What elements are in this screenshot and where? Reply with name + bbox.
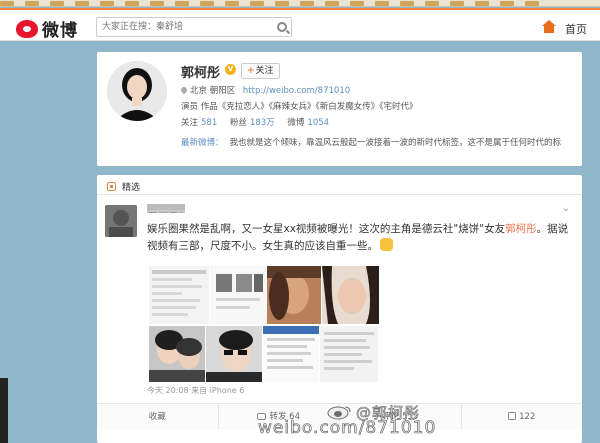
bookmark-favicon-icon[interactable] — [275, 1, 289, 6]
collect-button[interactable]: 收藏 — [97, 404, 219, 429]
location-pin-icon — [179, 85, 189, 95]
bookmark-favicon-icon[interactable] — [525, 1, 539, 6]
profile-name[interactable]: 郭柯彤 — [181, 62, 220, 81]
follow-label: 关注 — [255, 66, 274, 76]
post-thumbnail[interactable] — [322, 266, 379, 324]
bookmark-favicon-icon[interactable] — [475, 1, 489, 6]
bookmark-favicon-icon[interactable] — [125, 1, 139, 6]
post-text-before: 娱乐圈果然是乱啊，又一女星xx视频被曝光！这次的主角是德云社"烧饼"女友 — [147, 223, 506, 235]
stat-fans-label: 粉丝 — [229, 118, 247, 128]
profile-bio: 演员 作品《克拉恋人》《麻辣女兵》《新白发魔女传》《宅时代》 — [181, 102, 418, 112]
profile-stats: 关注 581 粉丝 183万 微博 1054 — [181, 116, 339, 128]
chevron-down-icon[interactable]: ⌄ — [562, 203, 570, 214]
weibo-eye-icon — [16, 19, 38, 38]
search-box — [96, 17, 292, 37]
profile-card: 郭柯彤 V +关注 北京 朝阳区 http://weibo.com/871010… — [97, 52, 582, 166]
tab-featured[interactable]: 精选 — [107, 180, 140, 193]
bookmark-favicon-icon[interactable] — [225, 1, 239, 6]
follow-button[interactable]: +关注 — [241, 63, 280, 79]
weibo-top-nav: 微博 首页 — [0, 8, 600, 41]
like-icon — [508, 412, 517, 420]
bookmark-favicon-icon[interactable] — [425, 1, 439, 6]
bookmark-favicon-icon[interactable] — [300, 1, 314, 6]
stat-following-label: 关注 — [181, 118, 199, 128]
adjacent-window-edge — [0, 378, 8, 443]
bookmark-favicon-icon[interactable] — [500, 1, 514, 6]
home-link[interactable]: 首页 — [565, 21, 587, 37]
home-icon[interactable] — [541, 20, 557, 34]
bookmark-favicon-icon[interactable] — [25, 1, 39, 6]
logo-text: 微博 — [42, 21, 78, 41]
stat-posts-label: 微博 — [287, 118, 305, 128]
profile-avatar[interactable] — [107, 61, 167, 121]
bookmark-favicon-icon[interactable] — [200, 1, 214, 6]
bookmark-favicon-icon[interactable] — [175, 1, 189, 6]
cat-emoji-icon — [380, 238, 393, 251]
bookmark-favicon-icon[interactable] — [250, 1, 264, 6]
post-thumbnail[interactable] — [210, 266, 266, 324]
post-thumbnail[interactable] — [149, 266, 209, 324]
profile-url-link[interactable]: http://weibo.com/871010 — [243, 86, 350, 96]
browser-bookmarks-bar — [0, 0, 600, 7]
bookmark-favicon-icon[interactable] — [75, 1, 89, 6]
mention-link[interactable]: 郭柯彤 — [505, 223, 537, 235]
post-thumbnail[interactable] — [206, 326, 262, 382]
post-thumbnail[interactable] — [320, 326, 378, 382]
latest-weibo-text[interactable]: 我也就是这个倾味，靠温风云般起一波接着一波的新时代标签，这不是属于任何时代的标 — [230, 138, 562, 148]
watermark-url: weibo.com/871010 — [258, 418, 437, 439]
bookmark-favicon-icon[interactable] — [325, 1, 339, 6]
search-icon[interactable] — [277, 22, 287, 32]
tab-featured-label: 精选 — [122, 183, 141, 193]
search-input[interactable] — [102, 19, 262, 35]
bookmark-favicon-icon[interactable] — [100, 1, 114, 6]
weibo-logo[interactable]: 微博 — [16, 16, 78, 41]
profile-location-line: 北京 朝阳区 http://weibo.com/871010 — [179, 84, 350, 96]
bookmark-favicon-icon[interactable] — [375, 1, 389, 6]
stat-fans-value[interactable]: 183万 — [250, 118, 275, 128]
like-count: 122 — [519, 412, 536, 422]
post-author-avatar[interactable] — [105, 205, 137, 237]
post-author-name-blurred[interactable] — [147, 204, 185, 213]
stat-posts-value[interactable]: 1054 — [307, 118, 329, 128]
bookmark-favicon-icon[interactable] — [50, 1, 64, 6]
post-timestamp-source[interactable]: 今天 20:08 来自 iPhone 6 — [147, 385, 244, 396]
profile-location: 北京 朝阳区 — [190, 86, 236, 96]
like-button[interactable]: 122 — [462, 404, 583, 429]
stat-following-value[interactable]: 581 — [201, 118, 217, 128]
bookmark-favicon-icon[interactable] — [400, 1, 414, 6]
divider — [97, 194, 582, 195]
latest-weibo-label[interactable]: 最新微博： — [181, 138, 224, 148]
feed-card: 精选 ⌄ 娱乐圈果然是乱啊，又一女星xx视频被曝光！这次的主角是德云社"烧饼"女… — [97, 175, 582, 443]
bookmark-favicon-icon[interactable] — [450, 1, 464, 6]
bookmark-favicon-icon[interactable] — [150, 1, 164, 6]
collect-label: 收藏 — [148, 412, 166, 422]
featured-icon — [107, 182, 116, 191]
latest-weibo-line: 最新微博： 我也就是这个倾味，靠温风云般起一波接着一波的新时代标签，这不是属于任何… — [181, 136, 561, 148]
post-thumbnail[interactable] — [267, 266, 321, 324]
post-thumbnail[interactable] — [149, 326, 205, 382]
post-thumbnail[interactable] — [263, 326, 319, 382]
bookmark-favicon-icon[interactable] — [350, 1, 364, 6]
verified-badge-icon: V — [225, 64, 236, 75]
bookmark-favicon-icon[interactable] — [0, 1, 14, 6]
post-content: 娱乐圈果然是乱啊，又一女星xx视频被曝光！这次的主角是德云社"烧饼"女友郭柯彤。… — [147, 221, 573, 255]
